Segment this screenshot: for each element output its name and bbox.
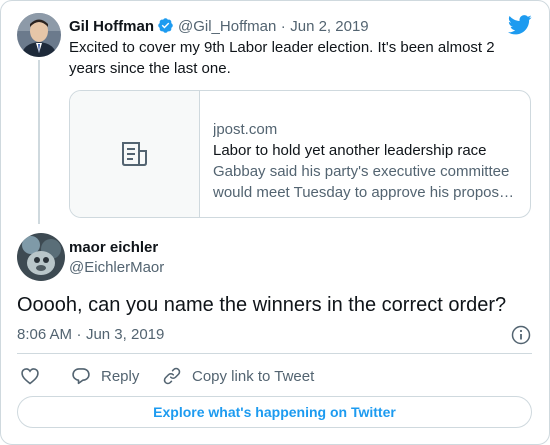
author-name[interactable]: Gil Hoffman (69, 18, 154, 35)
link-title: Labor to hold yet another leadership rac… (213, 142, 487, 159)
maor-eichler-avatar[interactable] (17, 233, 65, 281)
thread-line (38, 60, 40, 224)
article-icon (122, 142, 147, 166)
like-button[interactable] (20, 366, 50, 386)
reply-date[interactable]: Jun 3, 2019 (86, 326, 164, 343)
date-separator: · (280, 18, 286, 35)
link-thumbnail (70, 91, 200, 217)
link-preview-card[interactable]: jpost.com Labor to hold yet another lead… (69, 90, 531, 218)
copy-link-label: Copy link to Tweet (192, 367, 315, 385)
tweet-date[interactable]: Jun 2, 2019 (290, 18, 368, 35)
gil-hoffman-avatar[interactable] (17, 13, 61, 57)
link-icon (163, 367, 181, 385)
divider (17, 353, 532, 354)
reply-button[interactable]: Reply (71, 366, 139, 386)
time-separator: · (76, 326, 82, 343)
reply-label: Reply (101, 367, 140, 385)
heart-icon (21, 368, 39, 385)
reply-icon (72, 368, 90, 385)
twitter-bird-icon[interactable] (507, 15, 532, 35)
reply-time[interactable]: 8:06 AM (17, 326, 72, 343)
reply-author-name[interactable]: maor eichler (69, 238, 158, 258)
reply-author-handle[interactable]: @EichlerMaor (69, 258, 164, 278)
verified-badge-icon (158, 18, 173, 33)
author-handle[interactable]: @Gil_Hoffman (178, 18, 276, 35)
parent-tweet-text: Excited to cover my 9th Labor leader ele… (69, 39, 495, 77)
copy-link-button[interactable]: Copy link to Tweet (162, 366, 314, 386)
link-domain: jpost.com (213, 121, 278, 138)
info-icon[interactable] (511, 325, 531, 345)
link-description: Gabbay said his party's executive commit… (213, 163, 515, 201)
explore-button[interactable]: Explore what's happening on Twitter (17, 396, 532, 428)
reply-tweet-text: Ooooh, can you name the winners in the c… (17, 294, 507, 316)
